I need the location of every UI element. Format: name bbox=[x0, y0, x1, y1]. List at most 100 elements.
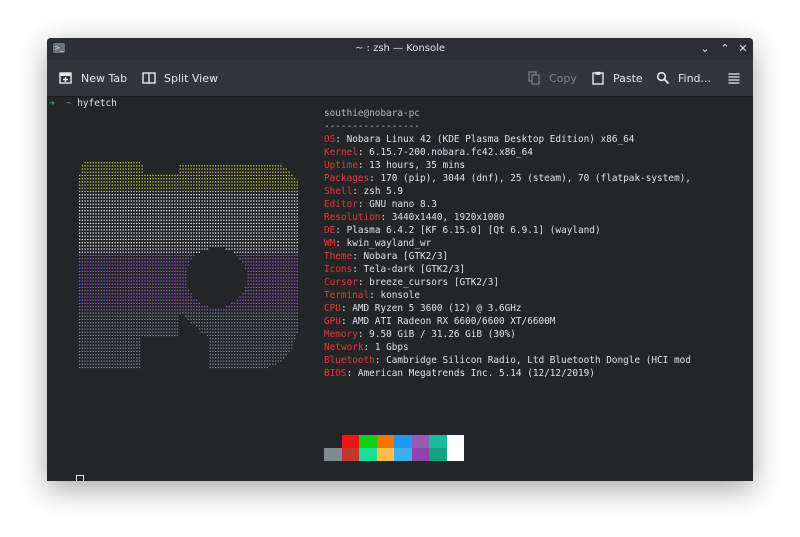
logo-dot bbox=[122, 312, 124, 314]
info-value: Cambridge Silicon Radio, Ltd Bluetooth D… bbox=[386, 355, 691, 366]
logo-dot bbox=[98, 302, 100, 305]
logo-dot bbox=[239, 238, 241, 241]
logo-dot bbox=[87, 187, 89, 189]
logo-dot bbox=[196, 206, 198, 209]
logo-dot bbox=[225, 203, 228, 205]
logo-dot bbox=[274, 222, 277, 225]
logo-dot bbox=[296, 290, 298, 292]
logo-dot bbox=[136, 267, 138, 269]
logo-dot bbox=[236, 190, 239, 193]
logo-dot bbox=[247, 238, 249, 241]
logo-dot bbox=[144, 334, 146, 337]
logo-dot bbox=[196, 315, 198, 317]
logo-dot bbox=[220, 341, 222, 343]
logo-dot bbox=[217, 347, 219, 349]
logo-dot bbox=[220, 226, 222, 228]
logo-dot bbox=[225, 245, 228, 247]
logo-dot bbox=[261, 248, 263, 250]
logo-dot bbox=[87, 174, 89, 177]
logo-dot bbox=[144, 200, 146, 202]
logo-dot bbox=[119, 238, 122, 241]
logo-dot bbox=[157, 226, 160, 228]
split-view-button[interactable]: Split View bbox=[142, 70, 218, 86]
logo-dot bbox=[106, 171, 108, 173]
logo-dot bbox=[242, 216, 244, 218]
logo-dot bbox=[220, 197, 222, 199]
info-colon: : bbox=[357, 277, 370, 288]
logo-dot bbox=[174, 274, 176, 276]
logo-dot bbox=[144, 325, 146, 327]
logo-dot bbox=[285, 261, 287, 263]
logo-dot bbox=[223, 174, 225, 177]
chevron-up-icon[interactable]: ⌃ bbox=[717, 41, 733, 57]
logo-dot bbox=[98, 296, 100, 298]
logo-dot bbox=[247, 251, 249, 253]
logo-dot bbox=[179, 290, 181, 292]
chevron-down-icon[interactable]: ⌄ bbox=[697, 41, 713, 57]
logo-dot bbox=[179, 226, 181, 228]
logo-dot bbox=[155, 210, 157, 212]
logo-dot bbox=[250, 248, 252, 250]
logo-dot bbox=[247, 165, 249, 167]
logo-dot bbox=[79, 318, 81, 321]
logo-dot bbox=[193, 251, 195, 253]
logo-dot bbox=[293, 203, 296, 205]
logo-dot bbox=[253, 216, 255, 218]
logo-dot bbox=[125, 357, 127, 359]
title-bar[interactable]: >_ ~ : zsh — Konsole ⌄ ⌃ ✕ bbox=[47, 38, 753, 60]
logo-dot bbox=[250, 280, 252, 282]
logo-dot bbox=[133, 334, 135, 337]
logo-dot bbox=[136, 344, 138, 346]
logo-dot bbox=[92, 286, 94, 289]
logo-dot bbox=[201, 235, 203, 237]
logo-dot bbox=[179, 232, 181, 234]
logo-dot bbox=[149, 312, 151, 314]
nobara-ascii-logo bbox=[79, 162, 298, 369]
paste-button[interactable]: Paste bbox=[591, 70, 643, 86]
close-icon[interactable]: ✕ bbox=[735, 41, 751, 57]
logo-dot bbox=[87, 350, 89, 353]
logo-dot bbox=[264, 190, 266, 193]
logo-dot bbox=[266, 226, 268, 228]
logo-dot bbox=[217, 318, 219, 321]
logo-dot bbox=[293, 309, 296, 311]
logo-dot bbox=[114, 261, 116, 263]
logo-dot bbox=[111, 277, 113, 279]
logo-dot bbox=[133, 254, 135, 257]
logo-dot bbox=[283, 174, 285, 177]
logo-dot bbox=[242, 306, 244, 308]
copy-button[interactable]: Copy bbox=[527, 70, 577, 86]
logo-dot bbox=[149, 334, 151, 337]
logo-dot bbox=[122, 261, 124, 263]
terminal-area[interactable]: ➜ ~ hyfetch southie@nobara-pc ----------… bbox=[47, 96, 753, 481]
logo-dot bbox=[168, 187, 171, 189]
logo-dot bbox=[100, 178, 103, 180]
logo-dot bbox=[103, 261, 105, 263]
logo-dot bbox=[277, 248, 279, 250]
logo-dot bbox=[258, 328, 260, 330]
logo-dot bbox=[122, 184, 124, 186]
logo-dot bbox=[89, 210, 92, 212]
logo-dot bbox=[239, 171, 241, 173]
logo-dot bbox=[253, 254, 255, 257]
find-button[interactable]: Find... bbox=[656, 70, 711, 86]
logo-dot bbox=[250, 242, 252, 244]
logo-dot bbox=[190, 302, 192, 305]
logo-dot bbox=[89, 226, 92, 228]
logo-dot bbox=[274, 360, 277, 362]
logo-dot bbox=[244, 296, 247, 298]
logo-dot bbox=[108, 242, 111, 244]
logo-dot bbox=[223, 350, 225, 353]
logo-dot bbox=[152, 274, 154, 276]
logo-dot bbox=[163, 210, 165, 212]
logo-dot bbox=[239, 302, 241, 305]
logo-dot bbox=[234, 347, 236, 349]
logo-dot bbox=[244, 200, 247, 202]
logo-dot bbox=[217, 341, 219, 343]
new-tab-button[interactable]: New Tab bbox=[59, 70, 127, 86]
logo-dot bbox=[236, 350, 239, 353]
logo-dot bbox=[182, 216, 184, 218]
logo-dot bbox=[291, 322, 293, 324]
logo-dot bbox=[285, 274, 287, 276]
hamburger-menu-button[interactable] bbox=[727, 70, 741, 86]
